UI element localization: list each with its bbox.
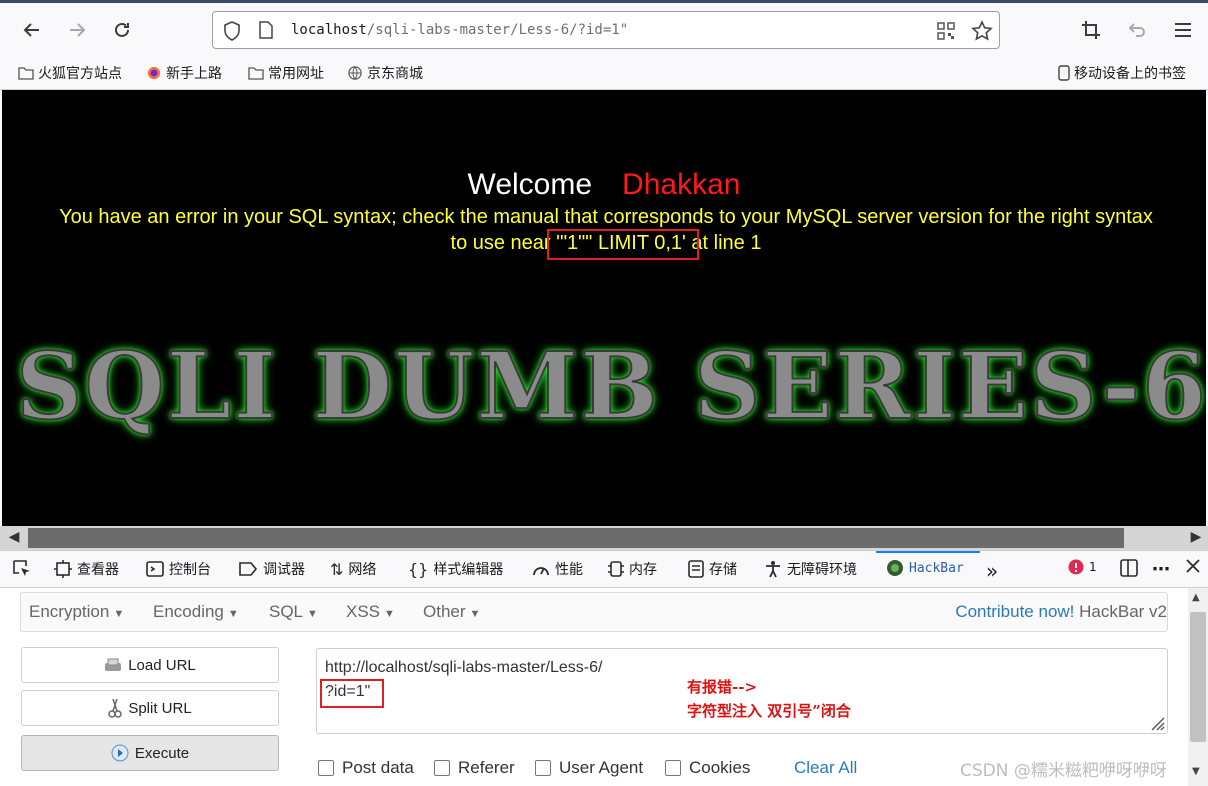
shield-icon[interactable] bbox=[223, 21, 241, 41]
scissors-icon bbox=[108, 698, 123, 718]
error-icon bbox=[1068, 559, 1084, 575]
devtools-tabbar: 查看器 控制台 调试器 ⇅ 网络 {} 样式编辑器 性能 内存 存储 无障碍环境… bbox=[0, 550, 1208, 588]
error-highlight-box bbox=[547, 229, 699, 260]
reload-icon[interactable] bbox=[107, 15, 137, 45]
scroll-left-icon[interactable]: ◀ bbox=[4, 529, 24, 547]
tab-accessibility[interactable]: 无障碍环境 bbox=[764, 559, 857, 579]
scrollbar-thumb[interactable] bbox=[28, 528, 1124, 548]
tab-storage[interactable]: 存储 bbox=[688, 559, 737, 579]
query-highlight-box bbox=[320, 679, 384, 708]
bookmark-item[interactable]: 火狐官方站点 bbox=[18, 63, 122, 83]
error-count-badge[interactable]: 1 bbox=[1068, 559, 1097, 575]
scroll-up-icon[interactable]: ▲ bbox=[1192, 592, 1200, 603]
qr-code-icon[interactable] bbox=[937, 22, 955, 40]
tab-style-editor[interactable]: {} 样式编辑器 bbox=[408, 559, 503, 579]
load-url-button[interactable]: Load URL bbox=[21, 647, 279, 683]
scroll-down-icon[interactable]: ▼ bbox=[1192, 766, 1200, 777]
address-bar[interactable]: localhost/sqli-labs-master/Less-6/?id=1" bbox=[212, 11, 1000, 49]
console-icon bbox=[146, 561, 164, 577]
dock-side-icon[interactable] bbox=[1120, 559, 1138, 577]
tab-network[interactable]: ⇅ 网络 bbox=[330, 559, 376, 579]
network-icon: ⇅ bbox=[330, 559, 344, 579]
resize-grip-icon[interactable] bbox=[1149, 715, 1165, 731]
menu-other[interactable]: Other ▼ bbox=[423, 602, 480, 622]
welcome-heading: Welcome Dhakkan bbox=[467, 168, 741, 201]
firefox-icon bbox=[147, 66, 161, 80]
tab-inspector[interactable]: 查看器 bbox=[54, 559, 119, 579]
globe-icon bbox=[348, 66, 362, 80]
more-tabs-icon[interactable]: » bbox=[986, 559, 998, 583]
more-options-icon[interactable]: ⋯ bbox=[1152, 559, 1170, 580]
element-picker-icon[interactable] bbox=[12, 559, 32, 579]
folder-icon bbox=[18, 67, 34, 80]
tab-performance[interactable]: 性能 bbox=[532, 559, 583, 579]
memory-icon bbox=[608, 561, 624, 577]
storage-icon bbox=[688, 560, 704, 578]
menu-icon[interactable] bbox=[1168, 15, 1198, 45]
inspector-icon bbox=[54, 560, 72, 578]
split-url-button[interactable]: Split URL bbox=[21, 690, 279, 726]
url-textarea[interactable]: http://localhost/sqli-labs-master/Less-6… bbox=[316, 648, 1168, 734]
annotation-note: 字符型注入 双引号”闭合 bbox=[687, 702, 851, 720]
debugger-icon bbox=[239, 562, 258, 576]
mobile-bookmarks[interactable]: 移动设备上的书签 bbox=[1058, 63, 1186, 83]
load-icon bbox=[105, 658, 122, 671]
url-text: localhost/sqli-labs-master/Less-6/?id=1" bbox=[291, 22, 629, 38]
forward-icon[interactable] bbox=[62, 15, 92, 45]
bookmark-item[interactable]: 京东商城 bbox=[347, 63, 423, 83]
hackbar-menu: Encryption ▼ Encoding ▼ SQL ▼ XSS ▼ Other ▼ C… bbox=[20, 592, 1168, 632]
hackbar-icon bbox=[887, 560, 903, 576]
cookies-checkbox[interactable]: Cookies bbox=[665, 758, 750, 778]
referer-checkbox[interactable]: Referer bbox=[434, 758, 515, 778]
bookmark-item[interactable]: 新手上路 bbox=[146, 63, 222, 83]
execute-button[interactable]: Execute bbox=[21, 735, 279, 771]
user-agent-checkbox[interactable]: User Agent bbox=[535, 758, 643, 778]
menu-encryption[interactable]: Encryption ▼ bbox=[29, 602, 124, 622]
folder-icon bbox=[248, 67, 264, 80]
menu-xss[interactable]: XSS ▼ bbox=[346, 602, 395, 622]
scroll-right-icon[interactable]: ▶ bbox=[1186, 529, 1206, 547]
tab-console[interactable]: 控制台 bbox=[146, 559, 211, 579]
page-icon bbox=[259, 21, 273, 39]
menu-encoding[interactable]: Encoding ▼ bbox=[153, 602, 239, 622]
play-icon bbox=[111, 744, 129, 762]
browser-toolbar: localhost/sqli-labs-master/Less-6/?id=1" bbox=[0, 3, 1208, 57]
tab-memory[interactable]: 内存 bbox=[608, 559, 657, 579]
accessibility-icon bbox=[766, 561, 780, 578]
screenshot-icon[interactable] bbox=[1076, 15, 1106, 45]
post-data-checkbox[interactable]: Post data bbox=[318, 758, 414, 778]
clear-all-link[interactable]: Clear All bbox=[794, 758, 857, 778]
bookmark-star-icon[interactable] bbox=[971, 20, 993, 42]
page-content: Welcome Dhakkan You have an error in your… bbox=[2, 90, 1206, 526]
bookmark-item[interactable]: 常用网址 bbox=[248, 63, 324, 83]
tab-hackbar[interactable]: HackBar bbox=[886, 559, 964, 577]
mobile-device-icon bbox=[1058, 65, 1070, 81]
vertical-scrollbar[interactable]: ▲ ▼ bbox=[1188, 588, 1208, 786]
performance-icon bbox=[533, 567, 549, 576]
watermark: CSDN @糯米糍粑咿呀咿呀 bbox=[960, 761, 1167, 781]
active-tab-indicator bbox=[876, 551, 980, 553]
menu-sql[interactable]: SQL ▼ bbox=[269, 602, 318, 622]
annotation-note: 有报错--> bbox=[687, 678, 758, 696]
contribute-link[interactable]: Contribute now! HackBar v2 bbox=[955, 602, 1167, 622]
bookmarks-toolbar: 火狐官方站点 新手上路 常用网址 京东商城 移动设备上的书签 bbox=[0, 57, 1208, 90]
style-editor-icon: {} bbox=[408, 559, 429, 579]
scrollbar-thumb[interactable] bbox=[1190, 612, 1206, 742]
horizontal-scrollbar[interactable]: ◀ ▶ bbox=[0, 526, 1208, 550]
back-icon[interactable] bbox=[17, 15, 47, 45]
undo-icon[interactable] bbox=[1122, 15, 1152, 45]
tab-debugger[interactable]: 调试器 bbox=[238, 559, 305, 579]
close-devtools-icon[interactable] bbox=[1186, 559, 1200, 573]
series-banner: SQLI DUMB SERIES-6 bbox=[15, 331, 1206, 441]
